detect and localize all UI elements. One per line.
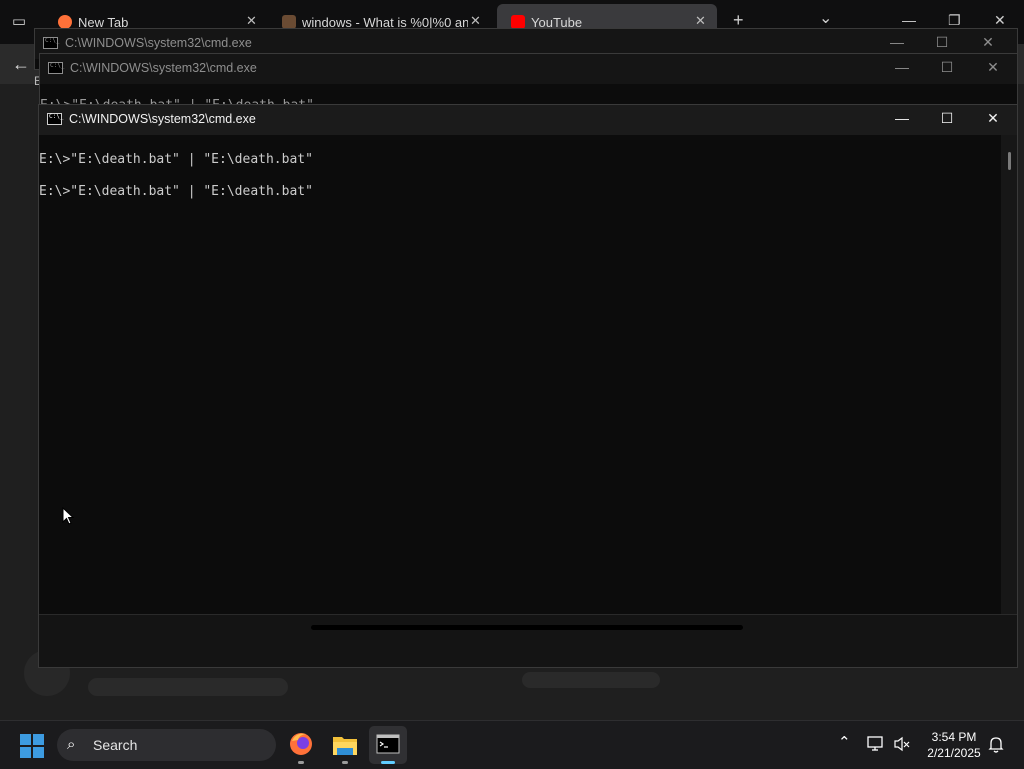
- cmd-title-bar[interactable]: C:\_ C:\WINDOWS\system32\cmd.exe — ☐ ✕: [40, 54, 1017, 84]
- horizontal-scrollbar[interactable]: [39, 614, 1017, 667]
- cmd-window-front[interactable]: C:\_ C:\WINDOWS\system32\cmd.exe — ☐ ✕ E…: [38, 104, 1018, 668]
- network-icon[interactable]: [867, 736, 885, 752]
- browser-restore-button[interactable]: ❐: [948, 12, 961, 29]
- close-tab-icon[interactable]: ✕: [246, 13, 257, 29]
- taskbar-search-box[interactable]: ⌕ Search: [57, 729, 276, 761]
- console-output[interactable]: E:\>"E:\death.bat" | "E:\death.bat" E:\>…: [39, 139, 999, 199]
- close-button[interactable]: ✕: [978, 34, 998, 51]
- bell-icon[interactable]: [988, 736, 1004, 753]
- running-indicator: [342, 761, 348, 764]
- maximize-button[interactable]: ☐: [932, 34, 952, 51]
- windows-logo-icon: [20, 734, 31, 745]
- window-title: C:\WINDOWS\system32\cmd.exe: [69, 112, 256, 126]
- skeleton-line: [88, 678, 288, 696]
- folder-icon: [333, 737, 357, 755]
- maximize-button[interactable]: ☐: [937, 110, 957, 127]
- taskbar-app-file-explorer[interactable]: [326, 726, 364, 764]
- maximize-button[interactable]: ☐: [937, 59, 957, 76]
- running-indicator: [298, 761, 304, 764]
- start-button[interactable]: [20, 734, 44, 758]
- back-arrow-icon[interactable]: ←: [12, 54, 30, 75]
- cmd-title-bar[interactable]: C:\_ C:\WINDOWS\system32\cmd.exe — ☐ ✕: [39, 105, 1017, 135]
- console-line: E:\>"E:\death.bat" | "E:\death.bat": [39, 152, 313, 167]
- youtube-icon: [511, 15, 525, 29]
- terminal-icon: [376, 734, 400, 754]
- minimize-button[interactable]: —: [887, 34, 907, 50]
- close-tab-icon[interactable]: ✕: [470, 13, 481, 29]
- search-label: Search: [93, 737, 138, 753]
- close-button[interactable]: ✕: [983, 110, 1003, 127]
- stackexchange-icon: [282, 15, 296, 29]
- scrollbar-thumb[interactable]: [311, 625, 743, 630]
- taskbar-app-terminal[interactable]: [369, 726, 407, 764]
- firefox-icon: [58, 15, 72, 29]
- console-line: E:\>"E:\death.bat" | "E:\death.bat": [39, 184, 313, 199]
- scrollbar-thumb[interactable]: [1008, 152, 1011, 170]
- minimize-button[interactable]: —: [892, 59, 912, 75]
- skeleton-line: [522, 672, 660, 688]
- browser-close-button[interactable]: ✕: [994, 12, 1006, 29]
- close-button[interactable]: ✕: [983, 59, 1003, 76]
- cmd-icon: C:\_: [47, 113, 63, 125]
- mouse-cursor-icon: [62, 507, 74, 525]
- tray-chevron-icon[interactable]: ⌃: [838, 733, 851, 751]
- volume-muted-icon[interactable]: [893, 736, 911, 752]
- taskbar-clock[interactable]: 3:54 PM 2/21/2025: [919, 729, 989, 761]
- close-tab-icon[interactable]: ✕: [695, 13, 706, 29]
- cmd-icon: C:\_: [48, 62, 64, 74]
- minimize-button[interactable]: —: [892, 110, 912, 126]
- window-title: C:\WINDOWS\system32\cmd.exe: [65, 36, 252, 50]
- clock-time: 3:54 PM: [931, 730, 977, 744]
- clock-date: 2/21/2025: [927, 746, 981, 760]
- cmd-icon: C:\_: [43, 37, 59, 49]
- tab-overview-icon[interactable]: ▭: [8, 12, 30, 32]
- active-indicator: [381, 761, 395, 764]
- taskbar-app-firefox[interactable]: [282, 726, 320, 764]
- vertical-scrollbar[interactable]: [1001, 135, 1017, 615]
- firefox-icon: [290, 733, 312, 755]
- window-title: C:\WINDOWS\system32\cmd.exe: [70, 61, 257, 75]
- browser-minimize-button[interactable]: —: [902, 12, 916, 28]
- taskbar: ⌕ Search ⌃ 3:54 PM 2/21/2025: [0, 720, 1024, 769]
- search-icon: ⌕: [67, 736, 76, 753]
- list-tabs-icon[interactable]: ⌄: [819, 8, 832, 28]
